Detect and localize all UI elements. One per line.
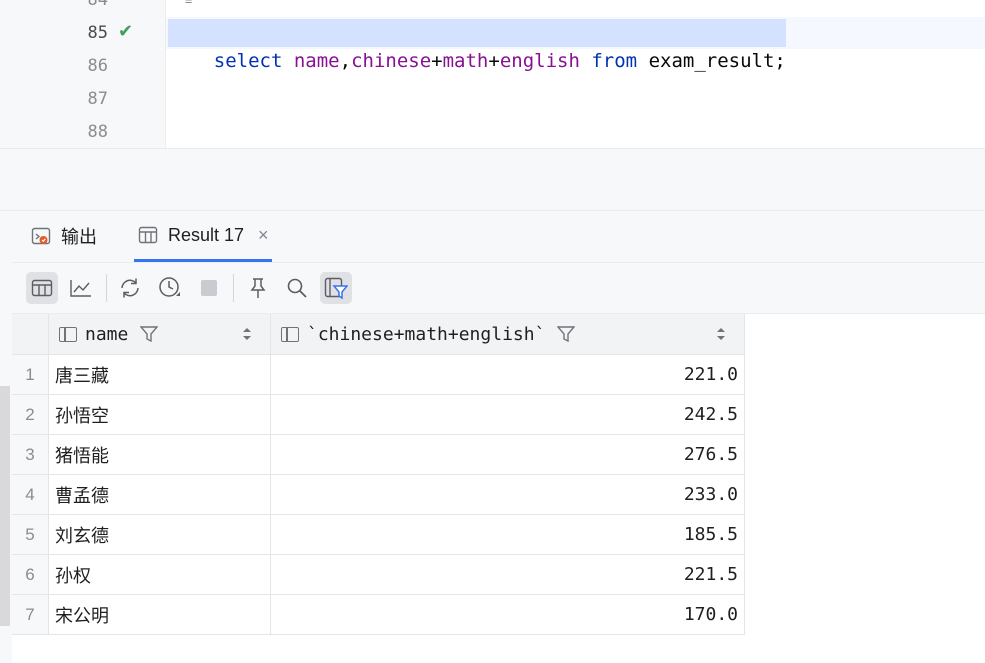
scrollbar-thumb[interactable] <box>0 386 10 626</box>
column-header-label: name <box>85 323 129 345</box>
code-token: select <box>213 50 283 72</box>
filter-icon[interactable] <box>140 325 159 343</box>
row-number: 4 <box>12 474 49 515</box>
row-number: 1 <box>12 354 49 395</box>
line-number: 85 <box>87 23 108 43</box>
code-token: , <box>339 50 352 72</box>
result-grid: name `chinese+math+english` 1 唐三藏 221.0 … <box>12 314 745 635</box>
table-view-icon[interactable] <box>26 272 58 304</box>
cell-total[interactable]: 276.5 <box>270 434 745 475</box>
cell-name[interactable]: 宋公明 <box>48 594 271 635</box>
code-token: math <box>442 50 489 72</box>
row-number-header <box>12 314 49 355</box>
code-token: name <box>293 50 340 72</box>
code-token: from <box>591 50 638 72</box>
filter-view-icon[interactable] <box>320 272 352 304</box>
line-numbers: 84 85 ✔ 86 87 88 <box>62 0 166 148</box>
cell-name[interactable]: 孙悟空 <box>48 394 271 435</box>
cell-name[interactable]: 孙权 <box>48 554 271 595</box>
code-token: english <box>499 50 580 72</box>
pin-icon[interactable] <box>242 272 274 304</box>
close-icon[interactable]: × <box>258 225 269 246</box>
cell-name[interactable]: 曹孟德 <box>48 474 271 515</box>
table-row[interactable]: 7 宋公明 170.0 <box>12 594 745 635</box>
stop-icon[interactable] <box>193 272 225 304</box>
column-icon <box>59 326 77 342</box>
table-row[interactable]: 3 猪悟能 276.5 <box>12 434 745 475</box>
sql-editor[interactable]: 84 85 ✔ 86 87 88 = select name,chinese+m… <box>0 0 985 149</box>
sort-icon[interactable] <box>716 326 726 342</box>
sort-icon[interactable] <box>242 326 252 342</box>
tab-output-label: 输出 <box>61 227 97 247</box>
chart-view-icon[interactable] <box>65 272 97 304</box>
row-number: 6 <box>12 554 49 595</box>
sql-query-line[interactable]: select name,chinese+math+english from ex… <box>168 19 786 72</box>
history-icon[interactable] <box>154 272 186 304</box>
row-number: 2 <box>12 394 49 435</box>
table-icon <box>137 224 159 246</box>
cell-total[interactable]: 221.0 <box>270 354 745 395</box>
header-row: name `chinese+math+english` <box>12 314 745 355</box>
code-token: chinese <box>351 50 432 72</box>
tab-output[interactable]: 输出 <box>30 211 97 261</box>
tab-result-label: Result 17 <box>168 224 245 245</box>
tab-result-17[interactable]: Result 17 × <box>134 211 272 262</box>
code-token: + <box>488 50 500 72</box>
column-header-name[interactable]: name <box>48 314 271 355</box>
check-icon: ✔ <box>118 21 134 42</box>
row-number: 5 <box>12 514 49 555</box>
cell-name[interactable]: 猪悟能 <box>48 434 271 475</box>
cell-total[interactable]: 185.5 <box>270 514 745 555</box>
panel-divider-area <box>0 149 985 211</box>
left-scroll-strip <box>0 211 12 663</box>
table-row[interactable]: 6 孙权 221.5 <box>12 554 745 595</box>
line-number: 88 <box>87 122 108 142</box>
table-row[interactable]: 4 曹孟德 233.0 <box>12 474 745 515</box>
line-number: 84 <box>87 0 108 10</box>
cell-name[interactable]: 刘玄德 <box>48 514 271 555</box>
results-tab-bar: 输出 Result 17 × <box>12 211 985 263</box>
search-icon[interactable] <box>281 272 313 304</box>
results-toolbar <box>12 263 985 314</box>
line-number: 86 <box>87 56 108 76</box>
cell-name[interactable]: 唐三藏 <box>48 354 271 395</box>
column-header-label: `chinese+math+english` <box>307 323 546 345</box>
row-number: 7 <box>12 594 49 635</box>
row-number: 3 <box>12 434 49 475</box>
cell-total[interactable]: 170.0 <box>270 594 745 635</box>
code-fragment: = <box>185 0 193 8</box>
table-row[interactable]: 2 孙悟空 242.5 <box>12 394 745 435</box>
toolbar-separator <box>233 274 234 302</box>
cell-total[interactable]: 221.5 <box>270 554 745 595</box>
code-token: + <box>431 50 443 72</box>
output-icon <box>30 225 52 247</box>
code-token: exam_result; <box>637 50 786 72</box>
column-header-total[interactable]: `chinese+math+english` <box>270 314 745 355</box>
refresh-icon[interactable] <box>114 272 146 304</box>
filter-icon[interactable] <box>557 325 576 343</box>
column-icon <box>281 326 299 342</box>
table-row[interactable]: 1 唐三藏 221.0 <box>12 354 745 395</box>
cell-total[interactable]: 233.0 <box>270 474 745 515</box>
editor-gutter <box>0 0 62 148</box>
cell-total[interactable]: 242.5 <box>270 394 745 435</box>
line-number: 87 <box>87 89 108 109</box>
toolbar-separator <box>106 274 107 302</box>
table-row[interactable]: 5 刘玄德 185.5 <box>12 514 745 555</box>
